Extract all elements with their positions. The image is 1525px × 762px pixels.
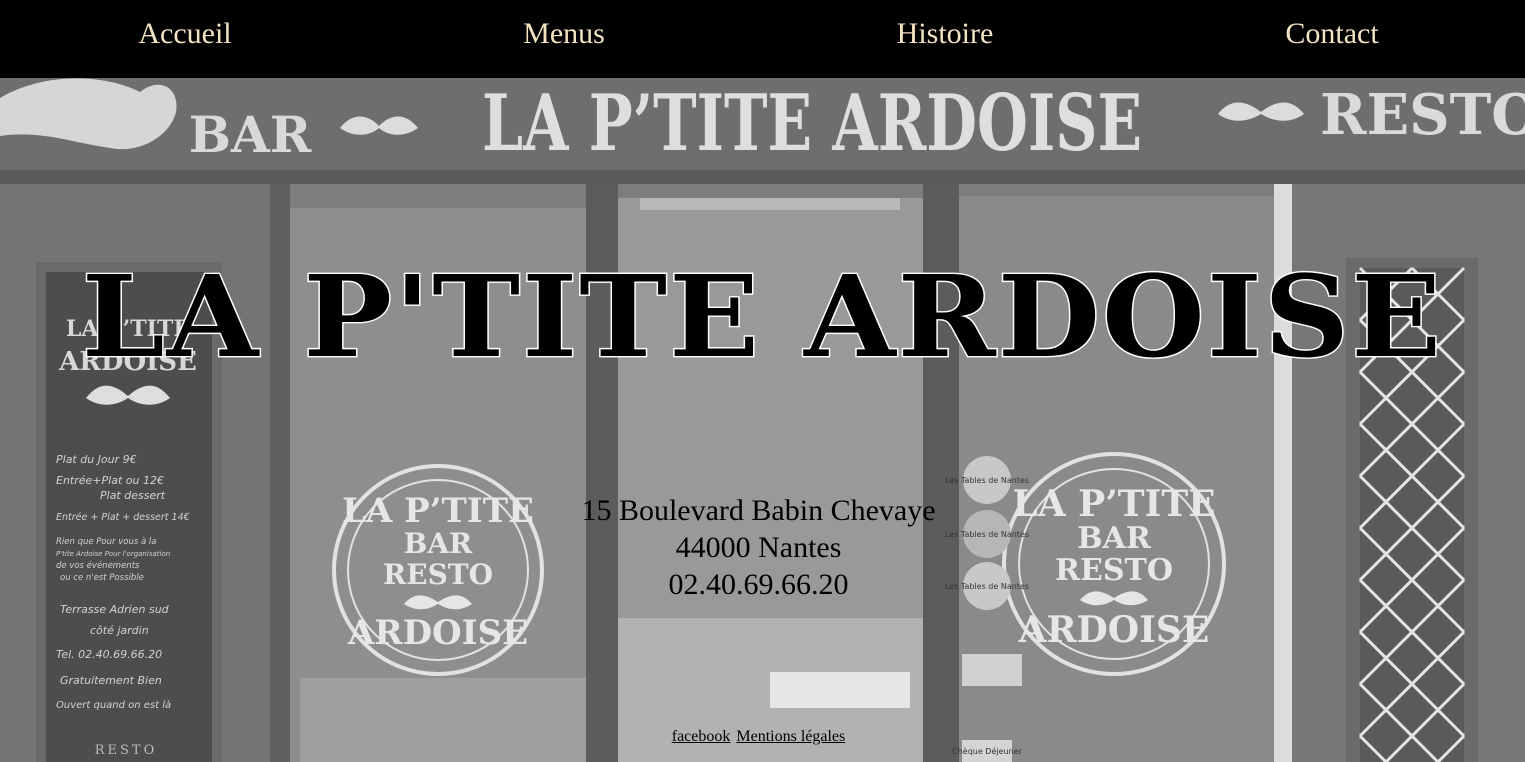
address-street: 15 Boulevard Babin Chevaye: [581, 494, 936, 527]
sign-name-text: LA P’TITE ARDOISE: [482, 78, 1142, 169]
sign-bar-text: BAR: [189, 105, 312, 164]
chalk-line: Entrée+Plat ou 12€: [56, 474, 164, 487]
hero-storefront-image: BAR LA P’TITE ARDOISE RESTO LA P’TITE AR…: [0, 78, 1525, 762]
legal-notice-link[interactable]: Mentions légales: [736, 728, 845, 745]
svg-text:ARDOISE: ARDOISE: [1018, 609, 1210, 651]
footer-links: facebook Mentions légales: [0, 728, 1517, 746]
address-phone: 02.40.69.66.20: [668, 568, 849, 601]
chalk-line: Gratuitement Bien: [60, 674, 162, 687]
sign-resto-text: RESTO: [1320, 82, 1525, 148]
nav-link-menus[interactable]: Menus: [523, 17, 605, 51]
top-nav: Accueil Menus Histoire Contact: [0, 0, 1525, 78]
address-block: 15 Boulevard Babin Chevaye 44000 Nantes …: [0, 492, 1517, 603]
address-city: 44000 Nantes: [675, 531, 842, 564]
nav-link-contact[interactable]: Contact: [1285, 17, 1378, 51]
chalk-line: Ouvert quand on est là: [56, 699, 171, 711]
sticker-text: Chèque Déjeuner: [952, 746, 1022, 756]
facebook-link[interactable]: facebook: [672, 728, 731, 745]
chalk-line: Tel. 02.40.69.66.20: [56, 648, 162, 661]
site-title: LA P'TITE ARDOISE: [80, 250, 1444, 383]
chalk-line: Plat du Jour 9€: [56, 453, 137, 466]
chalk-line: côté jardin: [90, 624, 149, 637]
nav-link-accueil[interactable]: Accueil: [138, 17, 231, 51]
nav-link-histoire[interactable]: Histoire: [897, 17, 994, 51]
svg-text:ARDOISE: ARDOISE: [347, 613, 528, 653]
sticker-text: Les Tables de Nantes: [945, 476, 1029, 485]
chalk-line: Terrasse Adrien sud: [60, 603, 170, 616]
